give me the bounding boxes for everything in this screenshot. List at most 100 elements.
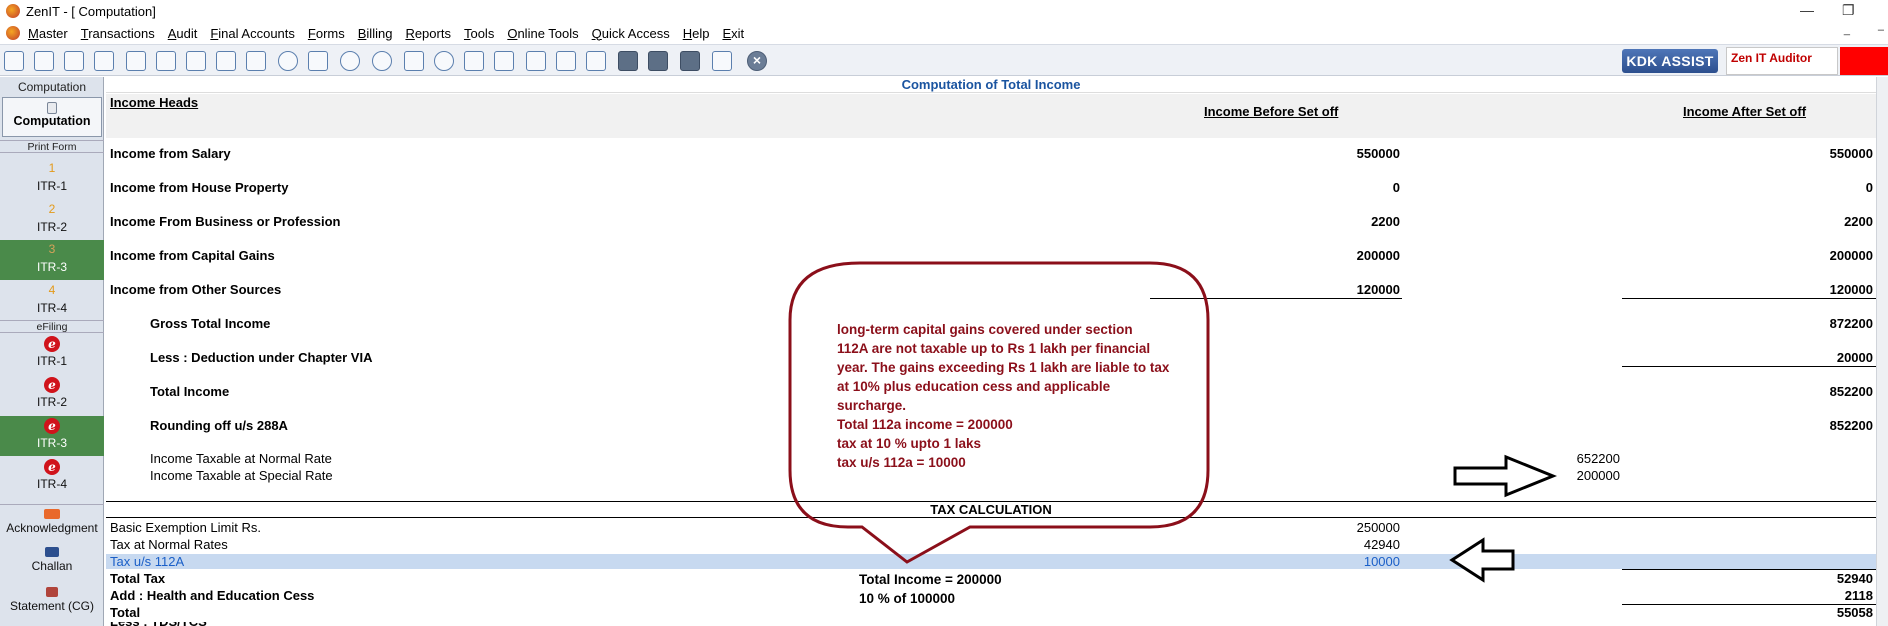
after-total-line [1622,298,1876,299]
pin-icon[interactable] [186,51,206,71]
tax-icon[interactable] [246,51,266,71]
bs-icon[interactable] [648,51,668,71]
selected-row-highlight[interactable] [106,554,1876,569]
sidebar-item-statement-cg[interactable]: Statement (CG) [0,583,104,615]
cess-value: 2118 [1844,588,1873,603]
menu-transactions[interactable]: Transactions [81,26,155,41]
total-tax-top-line [1622,569,1876,570]
deduction-value[interactable]: 20000 [1753,350,1873,365]
info-icon[interactable] [434,51,454,71]
menu-final-accounts[interactable]: Final Accounts [210,26,295,41]
sidebar-computation-button[interactable]: Computation [2,97,102,137]
rounding-value: 852200 [1829,418,1873,433]
menu-help[interactable]: Help [683,26,710,41]
sidebar-item-challan[interactable]: Challan [0,543,104,575]
sidebar-item-print-itr4[interactable]: 4 ITR-4 [0,281,104,321]
acknowledgment-label: Acknowledgment [6,521,98,535]
total-income-value: 852200 [1829,384,1873,399]
restore-icon[interactable]: ❐ [1842,2,1855,19]
chart-report-icon[interactable] [712,51,732,71]
callout-line: year. The gains exceeding Rs 1 lakh are … [837,360,1170,375]
sidebar-item-efiling-itr3[interactable]: e ITR-3 [0,416,104,456]
row-salary-before[interactable]: 550000 [1280,146,1400,161]
menu-bar: Master Transactions Audit Final Accounts… [0,22,1888,44]
callout-line: Total 112a income = 200000 [837,417,1013,432]
col-income-heads: Income Heads [110,95,199,110]
child-minimize-icon[interactable]: _ [1844,24,1850,36]
menu-audit[interactable]: Audit [168,26,198,41]
sidebar-item-efiling-itr4[interactable]: e ITR-4 [0,457,104,497]
e-pay-icon[interactable] [372,51,392,71]
filter-icon[interactable] [216,51,236,71]
report-icon[interactable] [464,51,484,71]
gross-total-value: 872200 [1829,316,1873,331]
tax-normal-rates-label: Tax at Normal Rates [110,537,228,552]
menu-exit[interactable]: Exit [722,26,744,41]
user-form-icon[interactable] [494,51,514,71]
sidebar-section-efiling: eFiling [0,320,104,333]
zen-auditor-field[interactable]: Zen IT Auditor [1726,47,1838,75]
gift-icon[interactable] [126,51,146,71]
sidebar-item-print-itr2[interactable]: 2 ITR-2 [0,200,104,240]
row-capital-gains-before[interactable]: 200000 [1280,248,1400,263]
search-document-icon[interactable] [586,51,606,71]
sidebar-item-print-itr1[interactable]: 1 ITR-1 [0,159,104,199]
sidebar-item-print-itr3[interactable]: 3 ITR-3 [0,240,104,280]
minimize-icon[interactable]: — [1800,2,1814,18]
total-tax-label: Total Tax [110,571,166,586]
window-title: ZenIT - [ Computation] [26,3,156,19]
kdk-assist-button[interactable]: KDK ASSIST [1622,49,1718,73]
total-tax-value: 52940 [1836,571,1873,586]
toolbar: × KDK ASSIST Zen IT Auditor [0,44,1888,76]
efiling-itr1-label: ITR-1 [37,354,67,368]
row-salary-label: Income from Salary [110,146,231,161]
row-house-before[interactable]: 0 [1280,180,1400,195]
alert-indicator [1840,47,1888,75]
calculator-icon[interactable] [308,51,328,71]
sidebar-item-efiling-itr2[interactable]: e ITR-2 [0,375,104,415]
callout-line: at 10% plus education cess and applicabl… [837,379,1111,394]
title-bar: ZenIT - [ Computation] — ❐ [0,0,1888,22]
calculator-small-icon [47,102,57,114]
menu-tools[interactable]: Tools [464,26,494,41]
refresh-icon[interactable] [278,51,298,71]
menu-logo-icon[interactable] [6,26,20,40]
e-filing-icon: e [44,459,60,475]
sidebar-item-efiling-itr1[interactable]: e ITR-1 [0,334,104,374]
print-itr3-label: ITR-3 [37,260,67,274]
bar-chart-icon[interactable] [94,51,114,71]
print-itr4-label: ITR-4 [37,301,67,315]
partial-row-label: Less : TDS/TCS [110,622,207,626]
vertical-scrollbar[interactable] [1876,77,1888,626]
menu-billing[interactable]: Billing [358,26,393,41]
row-business-after: 2200 [1844,214,1873,229]
3cd-icon[interactable] [680,51,700,71]
menu-master[interactable]: Master [28,26,68,41]
home-icon[interactable] [34,51,54,71]
statement-icon [46,587,58,597]
tax-112a-label[interactable]: Tax u/s 112A [110,554,184,569]
book-icon[interactable] [404,51,424,71]
menu-reports[interactable]: Reports [405,26,451,41]
menu-online-tools[interactable]: Online Tools [507,26,578,41]
computation-tool-icon[interactable] [4,51,24,71]
row-business-before[interactable]: 2200 [1280,214,1400,229]
add-document-icon[interactable] [556,51,576,71]
users-icon[interactable] [156,51,176,71]
menu-quick-access[interactable]: Quick Access [592,26,670,41]
menu-forms[interactable]: Forms [308,26,345,41]
callout-text: long-term capital gains covered under se… [837,320,1207,472]
building-icon[interactable] [64,51,84,71]
row-other-sources-before[interactable]: 120000 [1280,282,1400,297]
normal-rate-label: Income Taxable at Normal Rate [150,451,332,466]
close-icon[interactable]: × [747,51,767,71]
pie-chart-icon[interactable] [340,51,360,71]
callout-line: 112A are not taxable up to Rs 1 lakh per… [837,341,1151,356]
sidebar-section-print-form: Print Form [0,140,104,153]
child-close-icon[interactable]: – [1878,24,1884,36]
tax-112a-value[interactable]: 10000 [1280,554,1400,569]
calendar-icon[interactable] [526,51,546,71]
balance-sheet-icon[interactable] [618,51,638,71]
sidebar-item-acknowledgment[interactable]: Acknowledgment [0,504,104,537]
row-house-label: Income from House Property [110,180,289,195]
